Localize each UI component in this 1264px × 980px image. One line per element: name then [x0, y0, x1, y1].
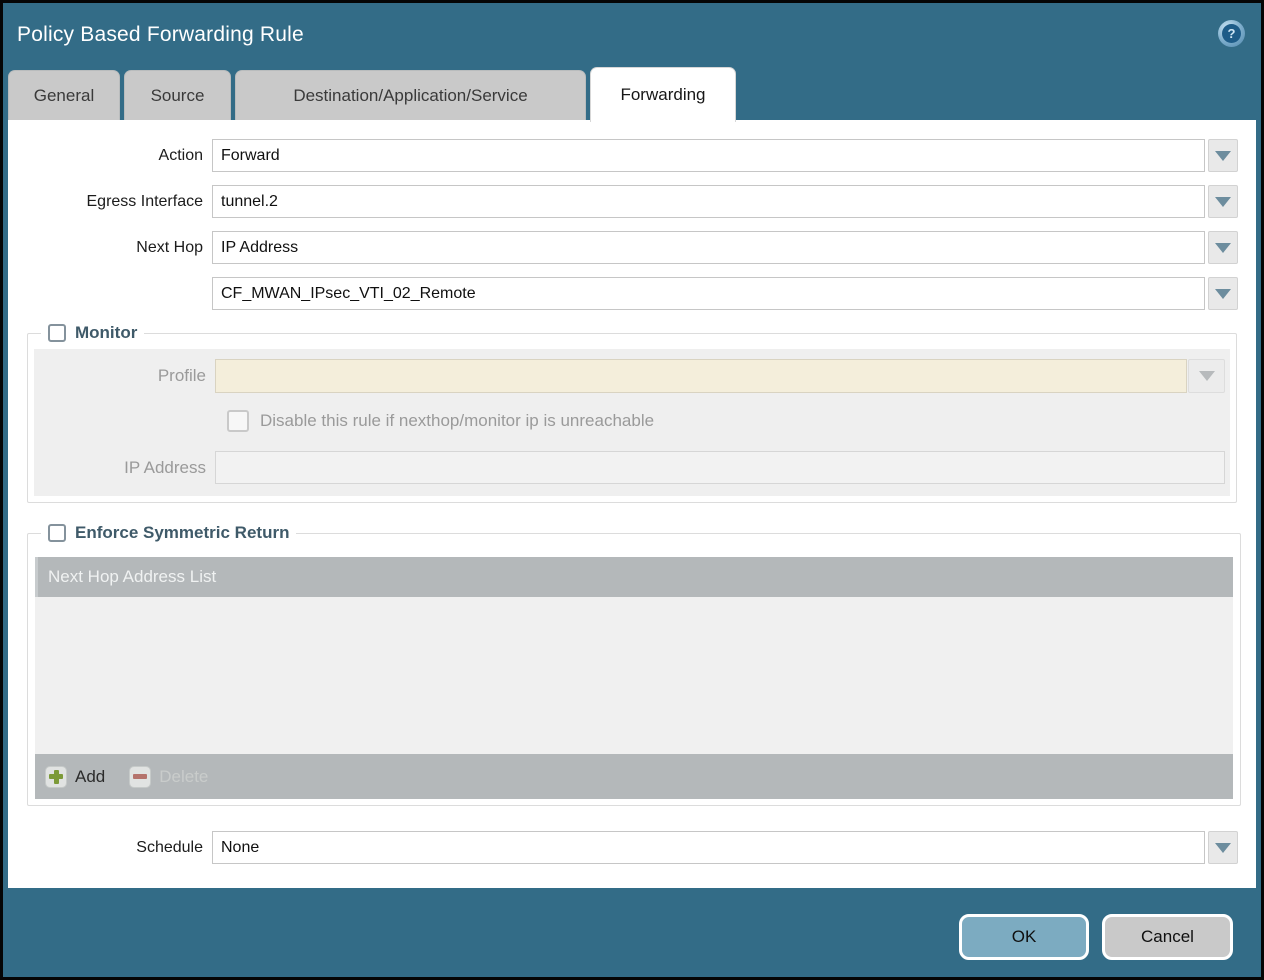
- disable-rule-label: Disable this rule if nexthop/monitor ip …: [260, 411, 654, 431]
- dialog-titlebar: Policy Based Forwarding Rule ?: [3, 3, 1261, 67]
- add-button[interactable]: Add: [45, 766, 105, 788]
- chevron-down-icon: [1215, 243, 1231, 253]
- action-label: Action: [8, 147, 212, 165]
- disable-rule-checkbox: [227, 410, 249, 432]
- chevron-down-icon: [1215, 843, 1231, 853]
- action-dropdown-button[interactable]: [1208, 139, 1238, 172]
- disable-rule-row: Disable this rule if nexthop/monitor ip …: [227, 410, 1230, 432]
- dialog-title: Policy Based Forwarding Rule: [17, 23, 304, 47]
- profile-dropdown-button: [1188, 359, 1225, 393]
- help-button[interactable]: ?: [1218, 20, 1245, 47]
- next-hop-dropdown-button[interactable]: [1208, 231, 1238, 264]
- tab-forwarding[interactable]: Forwarding: [590, 67, 736, 122]
- next-hop-address-dropdown-button[interactable]: [1208, 277, 1238, 310]
- schedule-select[interactable]: None: [212, 831, 1205, 864]
- forwarding-tab-panel: Action Forward Egress Interface tunnel.2…: [8, 120, 1256, 888]
- symmetric-return-legend: Enforce Symmetric Return: [41, 523, 296, 543]
- symmetric-return-checkbox[interactable]: [48, 524, 66, 542]
- symmetric-return-legend-label: Enforce Symmetric Return: [75, 523, 289, 543]
- monitor-ip-address-input: [215, 451, 1225, 484]
- action-select[interactable]: Forward: [212, 139, 1205, 172]
- add-button-label: Add: [75, 767, 105, 787]
- chevron-down-icon: [1215, 289, 1231, 299]
- monitor-legend-label: Monitor: [75, 323, 137, 343]
- delete-button-label: Delete: [159, 767, 208, 787]
- ok-button[interactable]: OK: [959, 914, 1089, 960]
- next-hop-row: Next Hop IP Address: [8, 231, 1256, 264]
- tab-destination-application-service[interactable]: Destination/Application/Service: [235, 70, 586, 120]
- egress-interface-row: Egress Interface tunnel.2: [8, 185, 1256, 218]
- chevron-down-icon: [1215, 197, 1231, 207]
- egress-interface-label: Egress Interface: [8, 193, 212, 211]
- monitor-ip-address-label: IP Address: [34, 458, 215, 478]
- monitor-ip-address-row: IP Address: [34, 451, 1230, 484]
- monitor-checkbox[interactable]: [48, 324, 66, 342]
- profile-label: Profile: [34, 366, 215, 386]
- delete-button: Delete: [129, 766, 208, 788]
- monitor-legend: Monitor: [41, 323, 144, 343]
- egress-interface-select[interactable]: tunnel.2: [212, 185, 1205, 218]
- schedule-label: Schedule: [8, 839, 212, 857]
- monitor-panel: Profile Disable this rule if nexthop/mon…: [34, 349, 1230, 496]
- plus-icon: [45, 766, 67, 788]
- tab-bar: General Source Destination/Application/S…: [3, 67, 1261, 120]
- next-hop-address-table-body[interactable]: [35, 597, 1233, 754]
- next-hop-address-table-header: Next Hop Address List: [35, 557, 1233, 597]
- policy-based-forwarding-dialog: Policy Based Forwarding Rule ? General S…: [0, 0, 1264, 980]
- cancel-button[interactable]: Cancel: [1102, 914, 1233, 960]
- minus-icon: [129, 766, 151, 788]
- next-hop-address-select[interactable]: CF_MWAN_IPsec_VTI_02_Remote: [212, 277, 1205, 310]
- next-hop-address-table: Next Hop Address List Add Delete: [35, 557, 1233, 799]
- action-row: Action Forward: [8, 139, 1256, 172]
- next-hop-address-table-toolbar: Add Delete: [35, 754, 1233, 799]
- dialog-footer: OK Cancel: [3, 888, 1261, 977]
- chevron-down-icon: [1215, 151, 1231, 161]
- next-hop-address-row: CF_MWAN_IPsec_VTI_02_Remote: [8, 277, 1256, 310]
- help-icon: ?: [1222, 24, 1241, 43]
- schedule-row: Schedule None: [8, 831, 1256, 864]
- chevron-down-icon: [1199, 371, 1215, 381]
- next-hop-label: Next Hop: [8, 239, 212, 257]
- tab-source[interactable]: Source: [124, 70, 231, 120]
- profile-select: [215, 359, 1187, 393]
- tab-general[interactable]: General: [8, 70, 120, 120]
- symmetric-return-fieldset: Enforce Symmetric Return Next Hop Addres…: [27, 523, 1241, 806]
- monitor-fieldset: Monitor Profile Disable this rule if nex…: [27, 323, 1237, 503]
- next-hop-type-select[interactable]: IP Address: [212, 231, 1205, 264]
- egress-interface-dropdown-button[interactable]: [1208, 185, 1238, 218]
- schedule-dropdown-button[interactable]: [1208, 831, 1238, 864]
- profile-row: Profile: [34, 359, 1230, 393]
